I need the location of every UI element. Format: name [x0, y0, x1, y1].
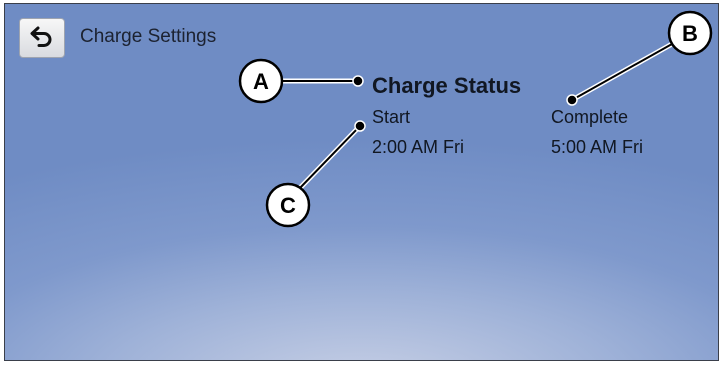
callout-annotations: A B C [238, 10, 713, 228]
callout-b: B [667, 10, 713, 56]
callout-b-label: B [682, 21, 698, 46]
callout-a-label: A [253, 69, 269, 94]
callout-c-label: C [280, 193, 296, 218]
callout-c: C [265, 182, 311, 228]
callout-a: A [238, 58, 284, 104]
